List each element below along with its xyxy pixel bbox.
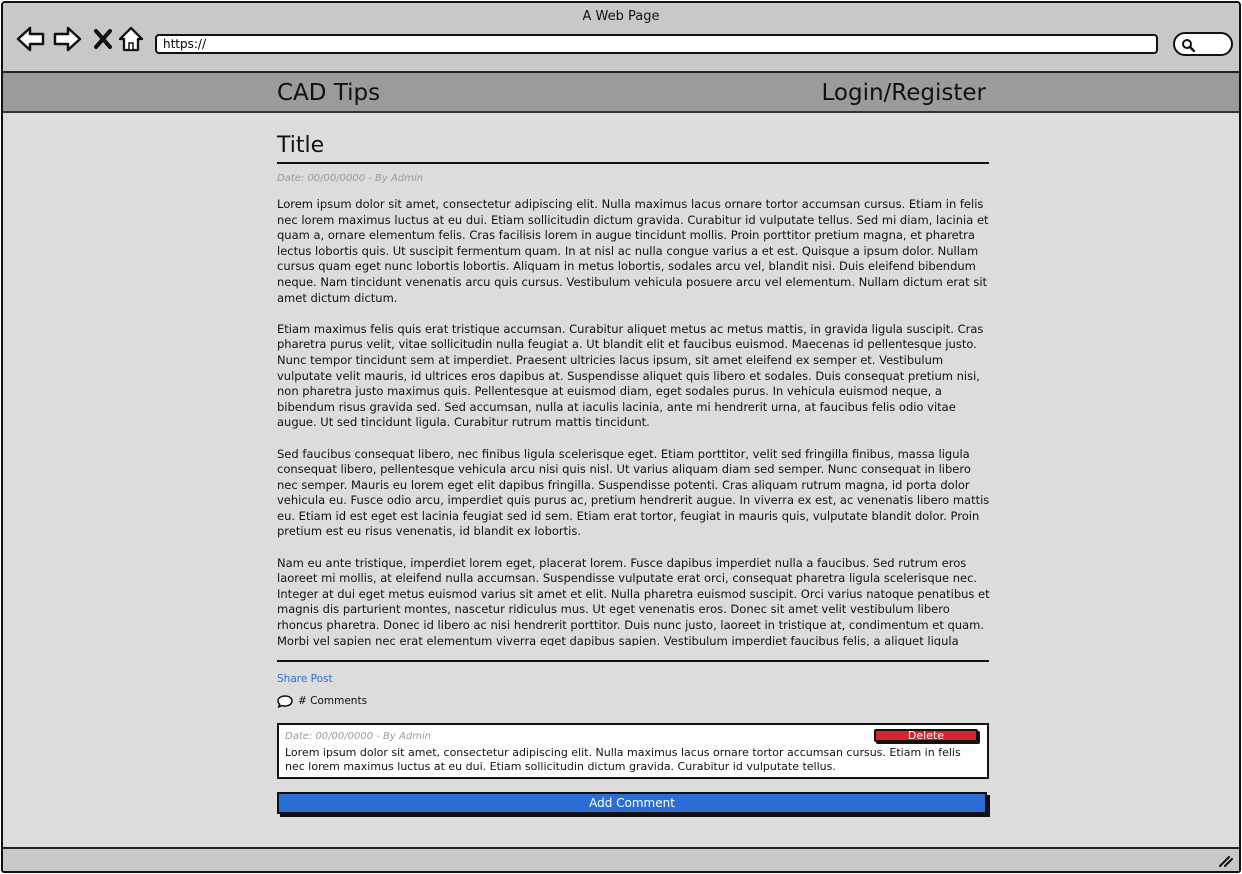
comment-card: Date: 00/00/0000 - By Admin Delete Lorem… <box>277 723 989 779</box>
add-comment-button[interactable]: Add Comment <box>277 792 987 814</box>
url-input[interactable]: https:// <box>155 34 1158 54</box>
body-divider <box>277 660 989 662</box>
back-arrow-icon[interactable] <box>15 25 47 53</box>
post-paragraph: Sed faucibus consequat libero, nec finib… <box>277 446 990 539</box>
share-post-link[interactable]: Share Post <box>277 673 333 685</box>
forward-arrow-icon[interactable] <box>51 25 83 53</box>
post-meta: Date: 00/00/0000 - By Admin <box>277 173 424 184</box>
delete-comment-button[interactable]: Delete <box>874 729 978 742</box>
login-register-link[interactable]: Login/Register <box>822 80 987 106</box>
browser-search-field[interactable] <box>1173 32 1233 56</box>
site-title[interactable]: CAD Tips <box>277 80 380 106</box>
resize-grip-icon[interactable] <box>1219 855 1233 867</box>
post-body: Lorem ipsum dolor sit amet, consectetur … <box>277 197 991 646</box>
browser-window: A Web Page https:// CAD Tips Login/Regis… <box>1 1 1241 873</box>
comment-meta: Date: 00/00/0000 - By Admin <box>285 731 432 742</box>
site-header: CAD Tips Login/Register <box>3 73 1239 113</box>
title-divider <box>277 162 989 164</box>
comment-text: Lorem ipsum dolor sit amet, consectetur … <box>285 746 961 773</box>
search-icon <box>1182 39 1195 52</box>
post-title: Title <box>277 133 325 158</box>
comments-count[interactable]: # Comments <box>277 694 367 708</box>
home-icon[interactable] <box>115 25 147 53</box>
status-bar <box>3 847 1239 871</box>
window-title: A Web Page <box>582 9 660 24</box>
comments-count-label: # Comments <box>298 695 368 707</box>
post-paragraph: Lorem ipsum dolor sit amet, consectetur … <box>277 197 989 305</box>
browser-chrome: A Web Page https:// <box>3 3 1239 73</box>
post-paragraph: Etiam maximus felis quis erat tristique … <box>277 321 984 430</box>
comment-bubble-icon <box>277 694 293 708</box>
post-paragraph: Nam eu ante tristique, imperdiet lorem e… <box>277 555 990 646</box>
